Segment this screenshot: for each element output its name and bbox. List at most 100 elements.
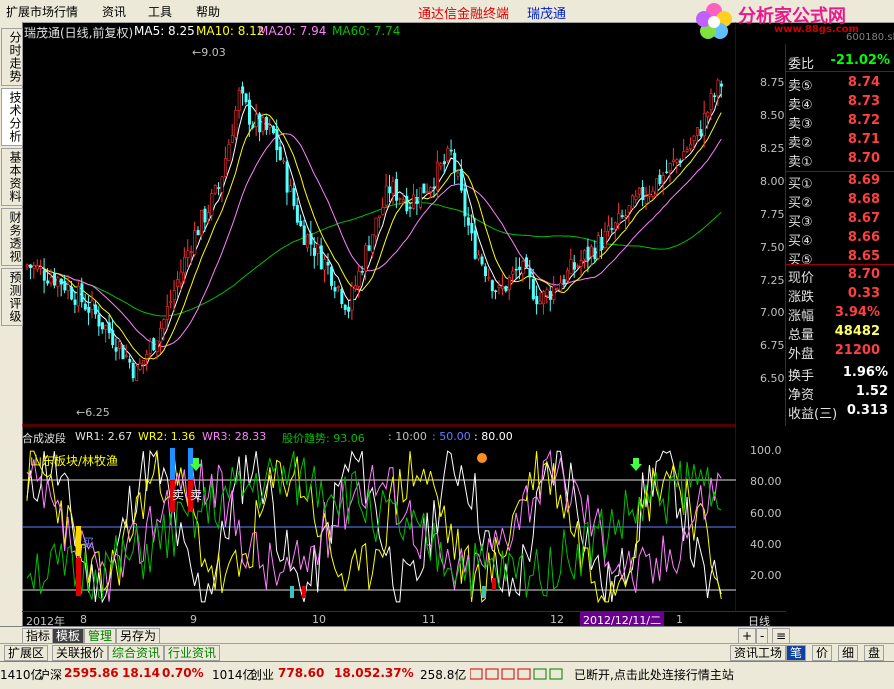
wr3-label: WR3: 28.33 <box>202 430 267 443</box>
candle-body <box>525 257 529 268</box>
sell-level-label: 卖① <box>788 155 813 170</box>
month-tick: 1 <box>676 613 683 626</box>
tab-forecast[interactable]: 预测评级 <box>1 268 23 326</box>
cy-index-label[interactable]: 创业 <box>250 666 274 683</box>
candle-body <box>535 295 539 305</box>
tab-tick[interactable]: 笔 <box>786 645 807 661</box>
signal-bar <box>482 586 486 598</box>
price-axis: 8.75 8.50 8.25 8.00 7.75 7.50 7.25 7.00 … <box>736 22 786 426</box>
candle-body <box>76 285 80 307</box>
sell-level-price: 8.70 <box>847 151 880 166</box>
buy-level-price: 8.69 <box>847 173 880 188</box>
tab-ext-area[interactable]: 扩展区 <box>4 645 49 661</box>
candle-body <box>302 225 306 245</box>
candle-body <box>25 264 29 268</box>
tab-fundamentals[interactable]: 基本资料 <box>1 148 23 206</box>
candle-body <box>90 300 94 310</box>
candle-body <box>521 261 525 275</box>
ma5-label: MA5: 8.25 <box>134 24 195 38</box>
candlestick-chart[interactable]: 瑞茂通(日线,前复权) MA5: 8.25 MA10: 8.12 MA20: 7… <box>22 22 737 426</box>
indicator-axis: 100.0 80.00 60.00 40.00 20.00 <box>736 426 786 611</box>
tab-technical[interactable]: 技术分析 <box>1 88 23 146</box>
ma20-label: MA20: 7.94 <box>258 24 327 38</box>
sector-overlay: 山东板块/林牧渔 <box>30 454 119 468</box>
zoom-out-button[interactable]: - <box>756 628 769 644</box>
menu-tools[interactable]: 工具 <box>148 3 172 20</box>
candle-body <box>398 198 402 200</box>
tab-price[interactable]: 价 <box>812 645 833 661</box>
candle-body <box>439 163 443 167</box>
tab-detail[interactable]: 细 <box>838 645 859 661</box>
candle-body <box>702 112 706 137</box>
candle-body <box>480 256 484 265</box>
menu-help[interactable]: 帮助 <box>196 3 220 20</box>
stat-row: 涨跌 0.33 <box>786 285 894 305</box>
candle-body <box>685 149 689 152</box>
candle-body <box>265 116 269 130</box>
candle-body <box>460 168 464 191</box>
sell-signal-label: 卖 <box>190 488 203 502</box>
stat-value: 1.52 <box>855 384 888 399</box>
hs-index-label[interactable]: 沪深 <box>38 666 62 683</box>
tab-book[interactable]: 盘 <box>864 645 885 661</box>
candle-body <box>258 113 262 133</box>
quote-separator <box>786 71 894 72</box>
price-tick: 7.00 <box>760 306 785 319</box>
candle-body <box>477 254 481 260</box>
tab-info-workshop[interactable]: 资讯工场 <box>730 645 787 661</box>
tab-intraday[interactable]: 分时走势 <box>1 28 23 86</box>
candle-body <box>141 360 145 365</box>
stat-row: 总量 48482 <box>786 323 894 343</box>
candle-body <box>446 148 450 162</box>
candle-body <box>220 176 224 193</box>
candle-body <box>637 187 641 195</box>
candle-body <box>138 363 142 370</box>
stat-row: 现价 8.70 <box>786 266 894 286</box>
candle-body <box>696 127 700 136</box>
candle-body <box>377 215 381 218</box>
hs-index-pct: 0.70% <box>162 666 204 680</box>
candle-body <box>668 163 672 172</box>
indicator-plot[interactable] <box>22 425 737 611</box>
indicator-chart[interactable]: 合成波段 WR1: 2.67 WR2: 1.36 WR3: 28.33 股价趋势… <box>22 425 737 611</box>
candlestick-plot[interactable] <box>22 22 737 426</box>
layout-button[interactable]: ≡ <box>772 628 791 644</box>
ma60-label: MA60: 7.74 <box>332 24 401 38</box>
tab-template[interactable]: 模板 <box>52 628 85 644</box>
tab-related-quotes[interactable]: 关联报价 <box>52 645 109 661</box>
connection-status[interactable]: 已断开,点击此处连接行情主站 <box>574 666 734 683</box>
tab-indicator[interactable]: 指标 <box>22 628 55 644</box>
candle-body <box>254 114 258 127</box>
quote-panel: 委比 -21.02% 卖⑤ 8.74 卖④ 8.73 卖③ 8.72 卖② 8.71 卖① 8.7… <box>786 44 894 424</box>
stat-value: 3.94% <box>834 305 880 320</box>
tab-industry-info[interactable]: 行业资讯 <box>164 645 221 661</box>
candle-body <box>73 299 77 305</box>
candle-body <box>449 149 453 152</box>
candle-body <box>384 185 388 206</box>
candle-body <box>713 95 717 98</box>
tab-finance[interactable]: 财务透视 <box>1 208 23 266</box>
tab-general-info[interactable]: 综合资讯 <box>108 645 165 661</box>
tab-manage[interactable]: 管理 <box>84 628 117 644</box>
candle-body <box>545 289 549 296</box>
menu-info[interactable]: 资讯 <box>102 3 126 20</box>
candle-body <box>350 286 354 311</box>
menu-extended-market[interactable]: 扩展市场行情 <box>6 3 78 20</box>
tab-save-as[interactable]: 另存为 <box>116 628 161 644</box>
period-box: 日线 <box>736 611 786 628</box>
market-breadth-icon <box>470 668 563 680</box>
candle-body <box>135 365 139 382</box>
zoom-in-button[interactable]: + <box>738 628 757 644</box>
candle-body <box>555 288 559 291</box>
sell-level-label: 卖⑤ <box>788 79 813 94</box>
candle-body <box>210 193 214 216</box>
candle-body <box>285 161 289 193</box>
quote-separator <box>786 264 894 265</box>
level-10-label: : 10:00 <box>388 430 427 443</box>
candle-body <box>70 286 74 300</box>
candle-body <box>56 277 60 287</box>
hs-index-change: 18.14 <box>122 666 160 680</box>
candle-body <box>603 230 607 248</box>
candle-body <box>152 338 156 351</box>
sell-level-row: 卖② 8.71 <box>786 131 894 151</box>
